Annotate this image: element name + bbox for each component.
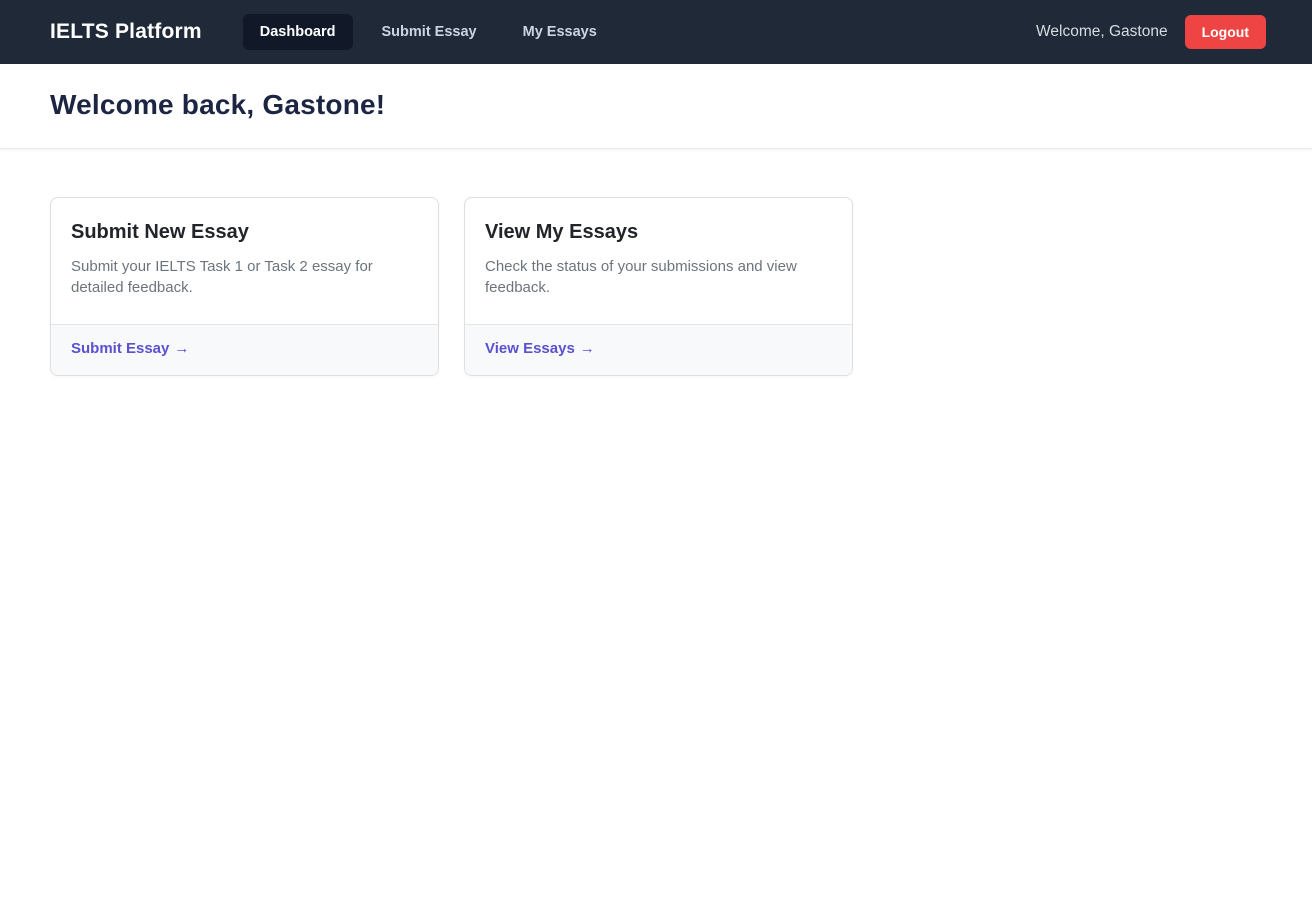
view-essays-link-label: View Essays xyxy=(485,340,575,357)
top-navbar: IELTS Platform Dashboard Submit Essay My… xyxy=(0,0,1312,64)
nav-links: Dashboard Submit Essay My Essays xyxy=(243,14,1036,50)
dashboard-content: Submit New Essay Submit your IELTS Task … xyxy=(0,149,1312,424)
view-essays-card: View My Essays Check the status of your … xyxy=(464,197,853,376)
navbar-right: Welcome, Gastone Logout xyxy=(1036,15,1266,49)
arrow-right-icon: → xyxy=(174,340,189,357)
card-description: Check the status of your submissions and… xyxy=(485,257,832,298)
card-description: Submit your IELTS Task 1 or Task 2 essay… xyxy=(71,257,418,298)
card-body: Submit New Essay Submit your IELTS Task … xyxy=(51,198,438,324)
card-footer: Submit Essay → xyxy=(51,324,438,375)
welcome-user-text: Welcome, Gastone xyxy=(1036,23,1168,41)
page-title: Welcome back, Gastone! xyxy=(50,89,1262,121)
submit-essay-card: Submit New Essay Submit your IELTS Task … xyxy=(50,197,439,376)
card-body: View My Essays Check the status of your … xyxy=(465,198,852,324)
nav-item-dashboard[interactable]: Dashboard xyxy=(243,14,353,50)
card-title-view-my-essays: View My Essays xyxy=(485,221,832,244)
page-header: Welcome back, Gastone! xyxy=(0,64,1312,149)
submit-essay-link[interactable]: Submit Essay → xyxy=(71,340,189,357)
nav-item-submit-essay[interactable]: Submit Essay xyxy=(365,14,494,50)
card-title-submit-new-essay: Submit New Essay xyxy=(71,221,418,244)
submit-essay-link-label: Submit Essay xyxy=(71,340,169,357)
nav-item-my-essays[interactable]: My Essays xyxy=(506,14,614,50)
card-footer: View Essays → xyxy=(465,324,852,375)
view-essays-link[interactable]: View Essays → xyxy=(485,340,595,357)
logout-button[interactable]: Logout xyxy=(1185,15,1266,49)
arrow-right-icon: → xyxy=(580,340,595,357)
brand-title[interactable]: IELTS Platform xyxy=(50,20,202,44)
